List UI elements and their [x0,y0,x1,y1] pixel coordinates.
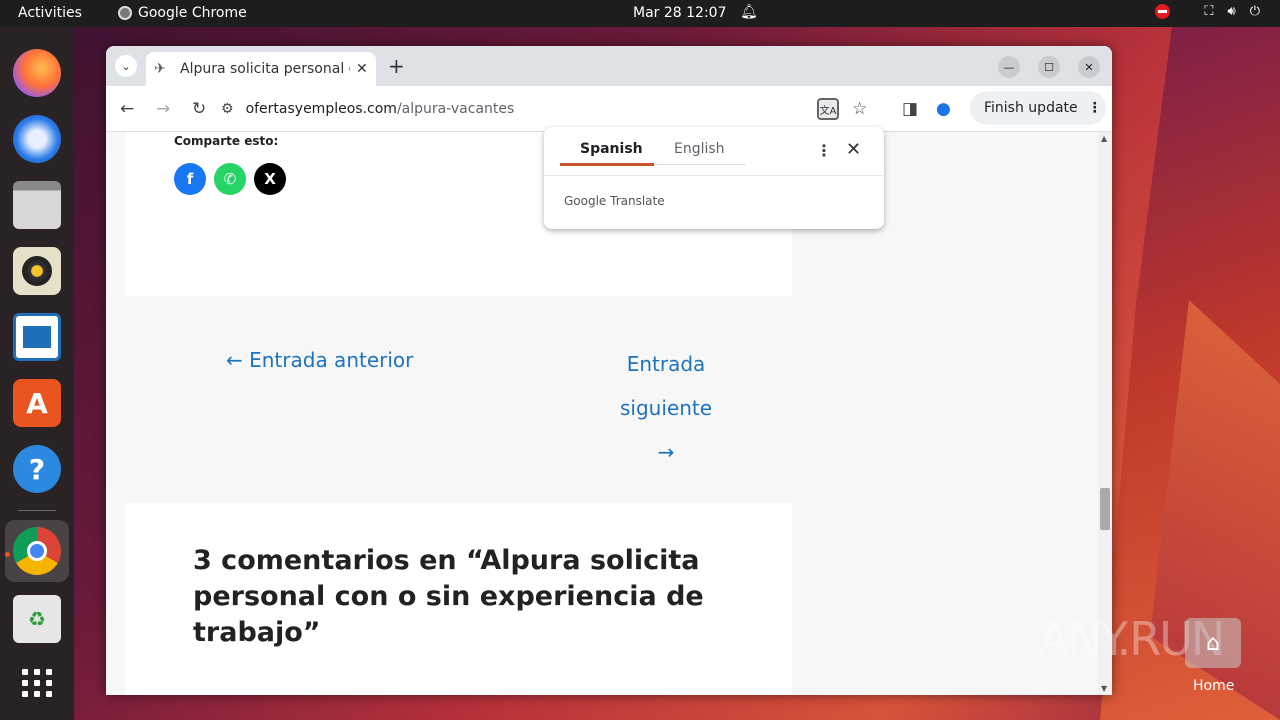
show-apps-icon[interactable] [13,659,61,707]
forward-icon[interactable]: → [156,99,170,119]
scrollbar-thumb[interactable] [1100,488,1110,530]
new-tab-button[interactable]: + [388,54,405,78]
x-icon[interactable]: X [254,163,286,195]
tab-title: Alpura solicita personal c [180,61,350,77]
clock[interactable]: Mar 28 12:07 [633,5,726,21]
app-menu[interactable]: Google Chrome [118,5,247,21]
chrome-small-icon [118,6,132,20]
scroll-up-icon[interactable]: ▲ [1101,134,1107,143]
share-label: Comparte esto: [174,134,279,148]
tab-spanish[interactable]: Spanish [580,141,643,157]
browser-tab[interactable]: ✈ Alpura solicita personal c ✕ [146,52,376,86]
scroll-down-icon[interactable]: ▼ [1101,684,1107,693]
translate-popup: Spanish English ⋮ ✕ Google Translate [544,127,884,229]
home-label: Home [1193,678,1235,694]
facebook-icon[interactable]: f [174,163,206,195]
home-folder-icon[interactable]: ⌂ [1185,618,1241,668]
reload-icon[interactable]: ↻ [192,99,206,119]
writer-icon[interactable] [13,313,61,361]
do-not-disturb-icon [1155,4,1171,19]
app-name: Google Chrome [138,5,247,21]
url-domain: ofertasyempleos.com [245,101,397,117]
bookmark-star-icon[interactable]: ☆ [852,99,867,119]
more-menu-icon[interactable]: ⋮ [1088,100,1102,116]
files-icon[interactable] [13,181,61,229]
next-link-line1: Entrada [626,352,706,376]
translate-icon[interactable]: 文A [817,98,839,120]
volume-icon: 🔊︎ [1227,4,1236,19]
next-link-line2: siguiente [619,396,713,420]
tab-strip: ⌄ ✈ Alpura solicita personal c ✕ + — ☐ ✕ [106,46,1112,86]
network-icon: ⛶ [1204,4,1214,19]
toolbar: ← → ↻ ⚙ ofertasyempleos.com/alpura-vacan… [106,86,1112,132]
previous-post-link[interactable]: ← Entrada anterior [226,348,413,372]
help-icon[interactable]: ? [13,445,61,493]
profile-icon[interactable]: ● [936,99,951,119]
thunderbird-icon[interactable] [13,115,61,163]
address-bar[interactable]: ⚙ ofertasyempleos.com/alpura-vacantes [221,92,861,126]
finish-update-label: Finish update [984,100,1078,116]
scrollbar[interactable]: ▲ ▼ [1098,132,1112,695]
power-icon: ⏻ [1249,4,1260,19]
bell-icon: 🔔︎ [740,4,758,20]
translate-close-icon[interactable]: ✕ [846,139,861,160]
dock: A ? ♻ [0,27,74,720]
chrome-icon[interactable] [13,527,61,575]
tab-close-icon[interactable]: ✕ [356,61,368,77]
running-indicator [5,552,10,557]
site-favicon-icon: ✈ [154,61,166,77]
system-tray[interactable]: ⛶ 🔊︎ ⏻ [1155,4,1260,19]
activities-button[interactable]: Activities [18,5,82,21]
comments-title: 3 comentarios en “Alpura solicita person… [193,545,704,648]
translate-options-icon[interactable]: ⋮ [816,141,832,160]
minimize-button[interactable]: — [998,56,1020,78]
maximize-button[interactable]: ☐ [1038,56,1060,78]
trash-icon[interactable]: ♻ [13,595,61,643]
tab-english[interactable]: English [674,141,725,157]
popup-divider [544,175,884,176]
comments-card: 3 comentarios en “Alpura solicita person… [126,503,792,695]
firefox-icon[interactable] [13,49,61,97]
url-path: /alpura-vacantes [396,101,515,117]
back-icon[interactable]: ← [120,99,134,119]
dock-separator [18,510,56,511]
next-link-arrow: → [657,440,675,464]
next-post-link[interactable]: Entrada siguiente → [606,342,726,474]
finish-update-button[interactable]: Finish update ⋮ [970,91,1106,125]
whatsapp-icon[interactable]: ✆ [214,163,246,195]
google-translate-label: Google Translate [564,194,665,208]
rhythmbox-icon[interactable] [13,247,61,295]
side-panel-icon[interactable]: ◨ [902,99,918,119]
active-tab-underline [560,163,654,166]
close-window-button[interactable]: ✕ [1078,56,1100,78]
site-settings-icon[interactable]: ⚙ [221,101,234,117]
app-center-icon[interactable]: A [13,379,61,427]
tab-search-button[interactable]: ⌄ [115,55,137,77]
top-bar: Activities Google Chrome Mar 28 12:07 🔔︎… [0,0,1280,27]
